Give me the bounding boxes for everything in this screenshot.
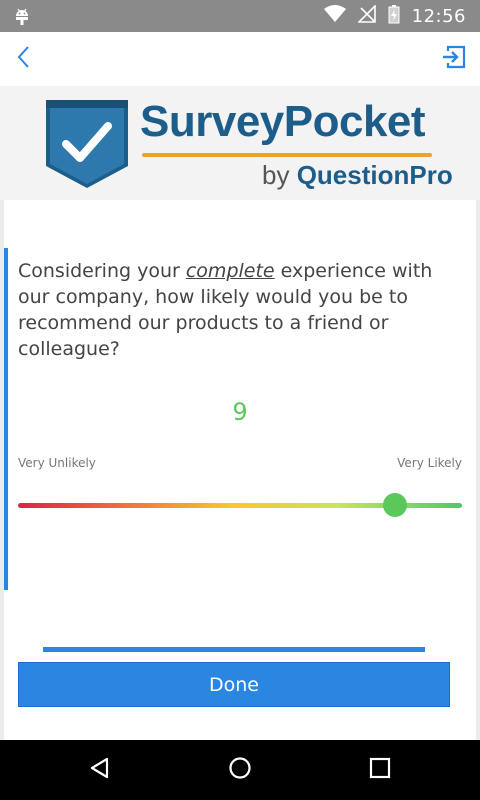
slider-label-min: Very Unlikely [18,456,96,470]
slider-value: 9 [232,398,248,426]
back-chevron-icon [16,45,32,73]
app-bar [0,32,480,86]
back-triangle-icon [88,756,112,784]
wifi-icon [323,5,346,27]
logo-header: SurveyPocket by QuestionPro [0,86,480,200]
done-button[interactable]: Done [18,662,450,707]
nav-home-button[interactable] [224,754,256,786]
status-bar: 12:56 [0,0,480,32]
progress-bar [43,647,425,652]
question-emphasis: complete [185,260,275,282]
nav-back-button[interactable] [84,754,116,786]
question-text-before: Considering your [18,260,186,282]
no-signal-icon [356,4,376,27]
logo-subtitle: by QuestionPro [262,162,453,188]
home-circle-icon [228,756,252,784]
exit-icon [441,44,467,74]
question-text: Considering your complete experience wit… [18,258,458,362]
logo-sub-brand: QuestionPro [296,160,453,190]
nav-recents-button[interactable] [364,754,396,786]
android-icon [12,6,32,30]
slider-label-max: Very Likely [397,456,462,470]
navigation-bar [0,740,480,800]
recents-square-icon [369,757,391,783]
checkmark-shield-icon [44,98,130,194]
battery-charging-icon [388,4,400,28]
status-time: 12:56 [411,5,466,27]
logo-title: SurveyPocket [140,97,426,146]
logo-sub-prefix: by [262,160,297,190]
back-button[interactable] [8,43,40,75]
exit-button[interactable] [436,43,472,75]
logo-underline [142,153,432,157]
